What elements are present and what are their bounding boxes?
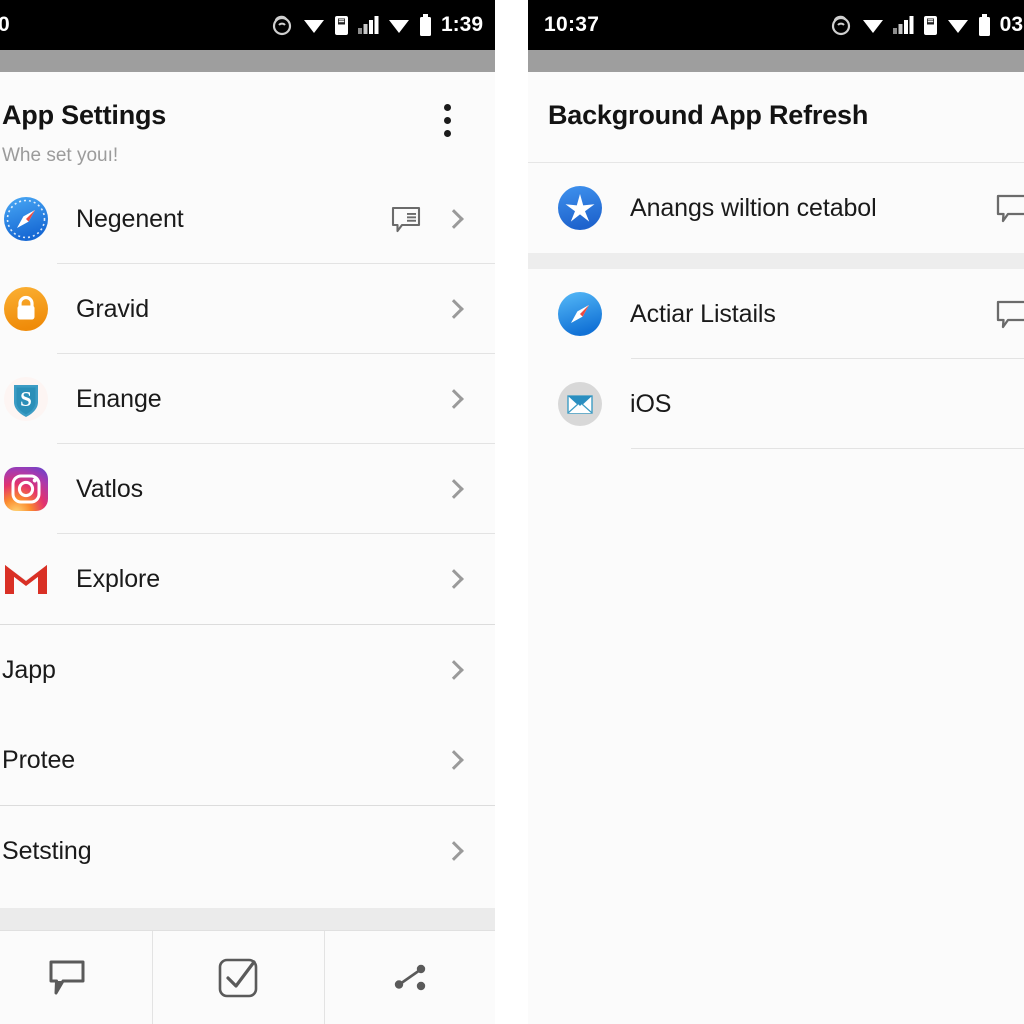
list-item[interactable]: Negenent [0,174,495,264]
row-accessories [444,750,495,770]
left-status-icon-group [270,13,432,37]
bottom-tab-bar [0,930,495,1024]
chevron-right-icon[interactable] [444,660,464,680]
speech-bubble-icon [49,960,85,994]
row-accessories [444,841,495,861]
list-item[interactable]: Vatlos [0,444,495,534]
list-item[interactable]: iOS [528,359,1024,449]
chevron-right-icon[interactable] [444,209,464,229]
list-item-label: Explore [76,564,161,593]
list-item-label: Negenent [76,204,184,233]
row-accessories [444,569,495,589]
orange-lock-icon [2,285,50,333]
screenshot-stage: 0 1:39 App Settings Whe set youı! Negene… [0,0,1024,1024]
row-accessories [444,389,495,409]
check-square-icon [219,958,258,997]
list-item[interactable]: Japp [0,625,495,715]
list-item[interactable]: S Enange [0,354,495,444]
wifi-icon [862,20,883,33]
signal-icon [357,16,379,34]
svg-text:S: S [20,387,32,411]
list-item-label: Japp [2,655,56,684]
list-item[interactable]: Gravid [0,264,495,354]
chevron-right-icon[interactable] [444,841,464,861]
chevron-right-icon[interactable] [444,389,464,409]
left-header: App Settings Whe set youı! [0,72,495,174]
left-status-clock: 1:39 [440,13,483,36]
right-phone-panel: 10:37 03 Background App Refresh Anangs w… [528,0,1024,1024]
share-nodes-icon [394,964,426,990]
right-header: Background App Refresh [528,72,1024,162]
left-grey-band [0,50,495,72]
sim-card-icon [923,15,937,35]
wifi-icon [303,20,324,33]
sim-card-icon [334,15,348,35]
list-item-label: Actiar Listails [630,299,776,328]
right-grey-band [528,50,1024,72]
safari-compass-icon [2,195,50,243]
page-subtitle: Whe set youı! [2,145,119,166]
page-title: Background App Refresh [548,100,869,130]
ringer-icon [831,15,850,36]
list-item-label: Gravid [76,294,150,323]
right-settings-group-one: Anangs wiltion cetabol [528,163,1024,253]
wifi-icon [947,20,968,33]
safari-compass-icon [556,290,604,338]
signal-icon [892,16,914,34]
right-panel-empty-space [528,449,1024,1009]
chevron-right-icon[interactable] [444,569,464,589]
page-title: App Settings [2,100,167,130]
left-settings-group-two: Japp Protee [0,625,495,805]
right-settings-group-two: Actiar Listails iOS [528,269,1024,449]
row-accessories [391,206,495,233]
left-phone-panel: 0 1:39 App Settings Whe set youı! Negene… [0,0,495,1024]
left-settings-group-three: Setsting [0,806,495,896]
row-accessories [996,194,1024,223]
group-gap [528,253,1024,269]
left-status-bar: 0 1:39 [0,0,495,50]
list-item[interactable]: Actiar Listails [528,269,1024,359]
ringer-icon [272,15,292,36]
list-item-label: Vatlos [76,474,144,503]
right-status-bar: 10:37 03 [528,0,1024,50]
list-item[interactable]: Setsting [0,806,495,896]
blue-star-icon [556,184,604,232]
battery-icon [419,14,431,36]
chevron-right-icon[interactable] [444,750,464,770]
speech-bubble-icon[interactable] [996,194,1024,223]
row-accessories [996,300,1024,329]
list-item[interactable]: Protee [0,715,495,805]
list-item-label: Protee [2,745,76,774]
row-accessories [444,660,495,680]
list-item-label: iOS [630,389,672,418]
blue-shield-s-icon: S [2,375,50,423]
row-accessories [444,479,495,499]
chevron-right-icon[interactable] [444,299,464,319]
tabbar-shelf [0,908,495,930]
tasks-tab[interactable] [153,931,325,1024]
speech-bubble-lines-icon[interactable] [391,206,421,233]
left-settings-group-one: Negenent Gravid S Enange Vatlos Explore [0,174,495,624]
right-status-clock: 10:37 [544,13,600,36]
list-item-label: Setsting [2,836,92,865]
gmail-icon [2,555,50,603]
right-status-clock-secondary: 03: [999,13,1024,36]
row-accessories [444,299,495,319]
right-status-icon-group [829,13,991,37]
share-tab[interactable] [325,931,495,1024]
list-item-label: Anangs wiltion cetabol [630,193,877,222]
list-item[interactable]: Anangs wiltion cetabol [528,163,1024,253]
speech-bubble-icon[interactable] [996,300,1024,329]
chevron-right-icon[interactable] [444,479,464,499]
battery-icon [978,14,990,36]
instagram-icon [2,465,50,513]
left-status-clock-secondary: 0 [0,13,10,36]
list-item-label: Enange [76,384,162,413]
chat-bubble-tab[interactable] [0,931,154,1024]
row-divider [631,448,1024,449]
kebab-menu-icon[interactable] [444,104,451,137]
grey-mail-icon [556,380,604,428]
list-item[interactable]: Explore [0,534,495,624]
wifi-icon [388,20,409,33]
